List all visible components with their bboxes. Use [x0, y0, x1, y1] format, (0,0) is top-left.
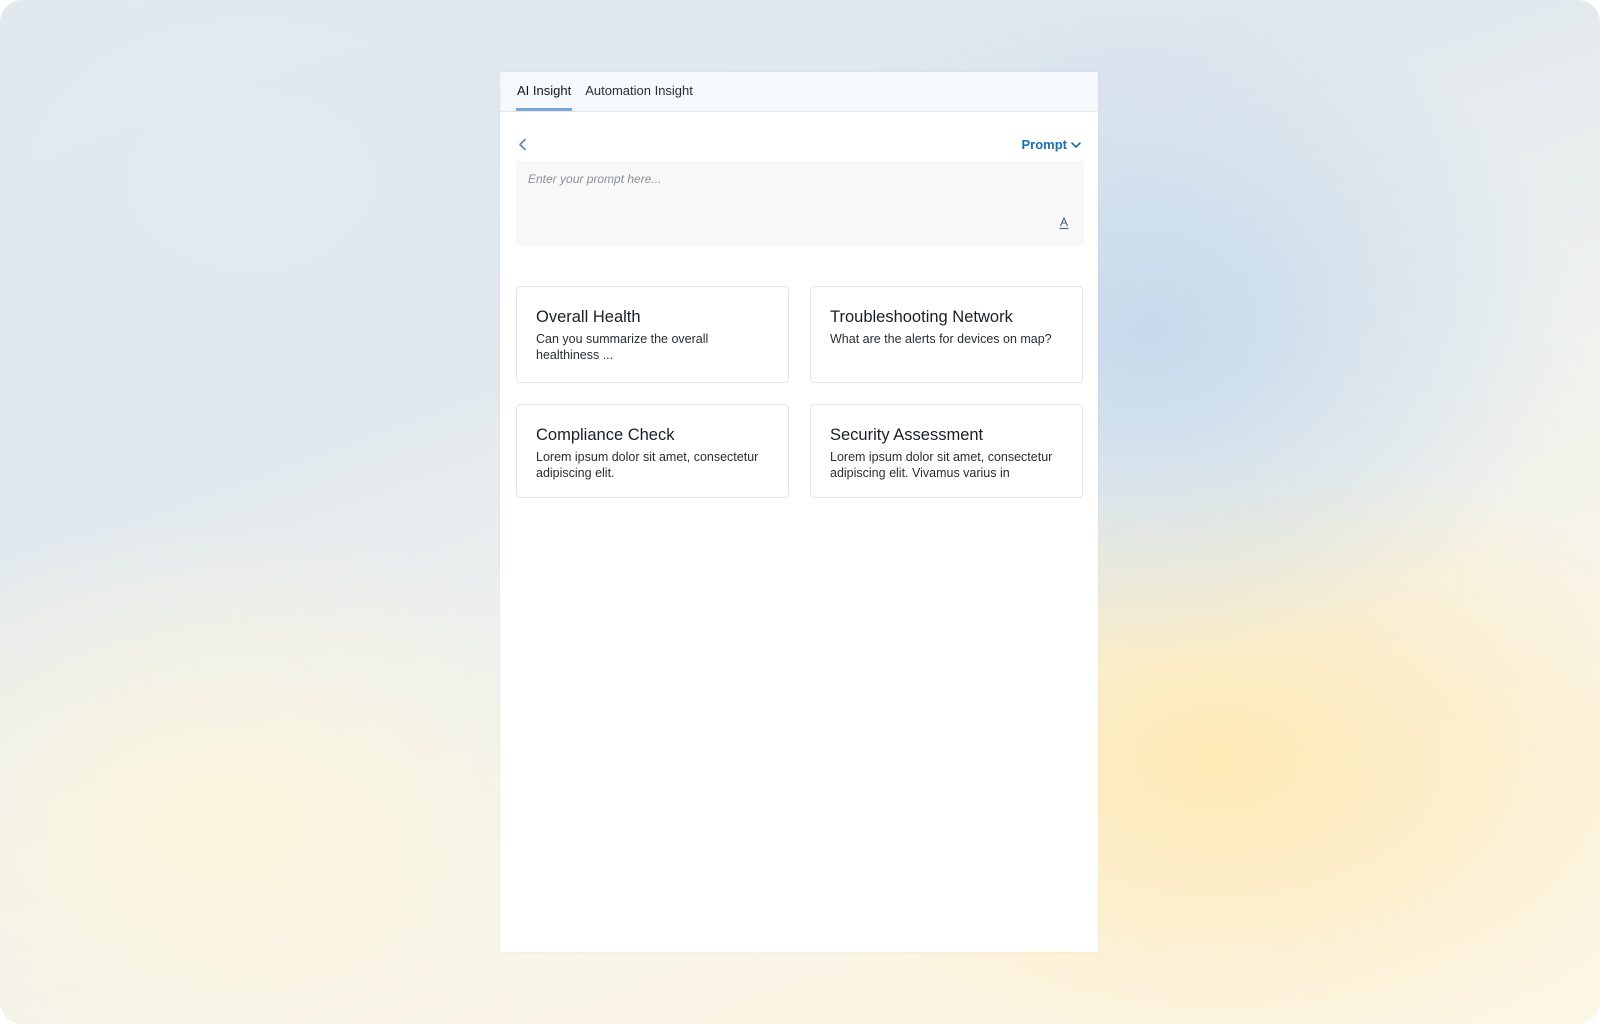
- tab-bar: AI Insight Automation Insight: [500, 72, 1098, 112]
- card-description: Lorem ipsum dolor sit amet, consectetur …: [830, 450, 1053, 480]
- card-title: Overall Health: [536, 308, 641, 326]
- card-description: What are the alerts for devices on map?: [830, 332, 1052, 346]
- card-title: Compliance Check: [536, 426, 675, 444]
- prompt-input[interactable]: [516, 161, 1084, 246]
- chevron-down-icon: [1071, 141, 1081, 148]
- suggestion-card-overall-health[interactable]: Overall Health Can you summarize the ove…: [516, 286, 789, 383]
- panel-toolbar: Prompt: [516, 136, 1082, 154]
- prompt-input-container: [516, 161, 1084, 246]
- back-button[interactable]: [516, 136, 530, 154]
- tab-ai-insight[interactable]: AI Insight: [516, 83, 573, 111]
- card-title: Troubleshooting Network: [830, 308, 1013, 326]
- prompt-dropdown-label: Prompt: [1021, 137, 1068, 152]
- prompt-dropdown[interactable]: Prompt: [1022, 137, 1083, 152]
- chevron-left-icon: [519, 138, 526, 151]
- text-format-button[interactable]: [1058, 216, 1070, 230]
- suggestion-card-compliance-check[interactable]: Compliance Check Lorem ipsum dolor sit a…: [516, 404, 789, 498]
- text-format-icon: [1059, 217, 1069, 230]
- card-description: Lorem ipsum dolor sit amet, consectetur …: [536, 450, 759, 480]
- suggestion-card-security-assessment[interactable]: Security Assessment Lorem ipsum dolor si…: [810, 404, 1083, 498]
- tab-automation-insight[interactable]: Automation Insight: [584, 83, 694, 111]
- insight-panel: AI Insight Automation Insight Prompt Ent…: [500, 72, 1098, 952]
- card-description: Can you summarize the overall healthines…: [536, 332, 709, 362]
- card-title: Security Assessment: [830, 426, 984, 444]
- suggestion-card-troubleshooting-network[interactable]: Troubleshooting Network What are the ale…: [810, 286, 1083, 383]
- suggestion-cards: Overall Health Can you summarize the ove…: [516, 286, 1084, 498]
